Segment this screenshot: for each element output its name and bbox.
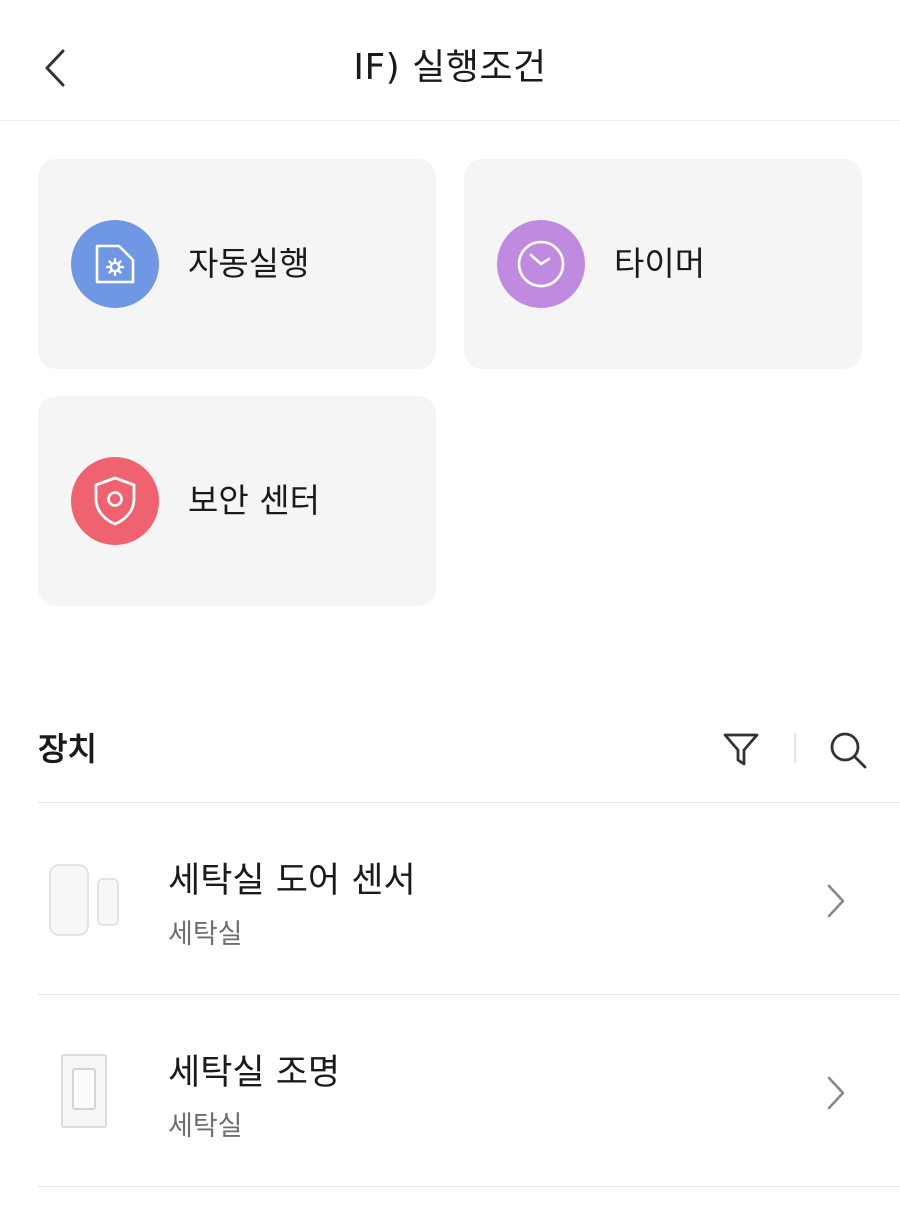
search-icon [830, 732, 867, 769]
toolbar-divider [794, 733, 796, 763]
device-room: 세탁실 [168, 1111, 243, 1142]
divider [38, 1186, 900, 1187]
automation-icon [71, 220, 159, 308]
divider [38, 994, 900, 995]
device-room: 세탁실 [168, 919, 243, 950]
shield-icon [71, 457, 159, 545]
header: IF) 실행조건 [0, 0, 900, 121]
filter-button[interactable] [720, 728, 762, 770]
timer-label: 타이머 [614, 244, 706, 283]
page-title: IF) 실행조건 [353, 47, 547, 88]
chevron-right-icon [827, 1076, 845, 1110]
device-name: 세탁실 조명 [168, 1053, 341, 1093]
search-button[interactable] [826, 728, 870, 772]
security-center-card[interactable]: 보안 센터 [38, 396, 436, 606]
automation-card[interactable]: 자동실행 [38, 159, 436, 369]
device-row[interactable]: 세탁실 조명 세탁실 [0, 997, 900, 1187]
filter-icon [723, 733, 759, 766]
devices-section-title: 장치 [38, 730, 97, 768]
clock-icon [497, 220, 585, 308]
device-name: 세탁실 도어 센서 [168, 861, 416, 901]
timer-card[interactable]: 타이머 [464, 159, 862, 369]
device-row[interactable]: 세탁실 도어 센서 세탁실 [0, 805, 900, 995]
security-center-label: 보안 센터 [188, 481, 320, 520]
automation-label: 자동실행 [188, 244, 310, 283]
door-sensor-icon [44, 859, 126, 945]
light-switch-icon [44, 1051, 126, 1137]
divider [38, 802, 900, 803]
chevron-right-icon [827, 884, 845, 918]
